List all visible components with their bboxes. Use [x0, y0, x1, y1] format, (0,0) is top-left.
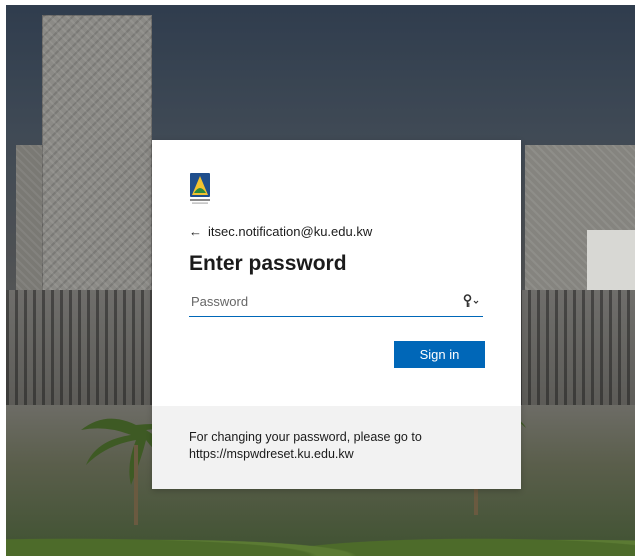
- sign-in-card: ← itsec.notification@ku.edu.kw Enter pas…: [152, 140, 521, 489]
- university-logo: [190, 173, 210, 204]
- chevron-down-icon: [473, 300, 479, 304]
- password-key-button[interactable]: [461, 291, 483, 311]
- password-help-footer: For changing your password, please go to…: [152, 406, 521, 489]
- password-field: [189, 288, 483, 317]
- password-help-line: For changing your password, please go to: [189, 430, 422, 444]
- arrow-left-icon[interactable]: ←: [189, 224, 202, 239]
- password-help-text: For changing your password, please go to…: [189, 429, 489, 463]
- sign-in-button[interactable]: Sign in: [394, 341, 485, 368]
- identity-back-link[interactable]: ← itsec.notification@ku.edu.kw: [189, 224, 372, 239]
- identity-email: itsec.notification@ku.edu.kw: [208, 224, 373, 239]
- page-title: Enter password: [189, 252, 347, 275]
- password-input[interactable]: [189, 288, 453, 314]
- password-reset-link: https://mspwdreset.ku.edu.kw: [189, 447, 354, 461]
- sign-in-panel: ← itsec.notification@ku.edu.kw Enter pas…: [152, 140, 521, 406]
- page: ← itsec.notification@ku.edu.kw Enter pas…: [0, 0, 635, 556]
- background-shrubs: [6, 516, 635, 556]
- key-icon: [463, 294, 479, 307]
